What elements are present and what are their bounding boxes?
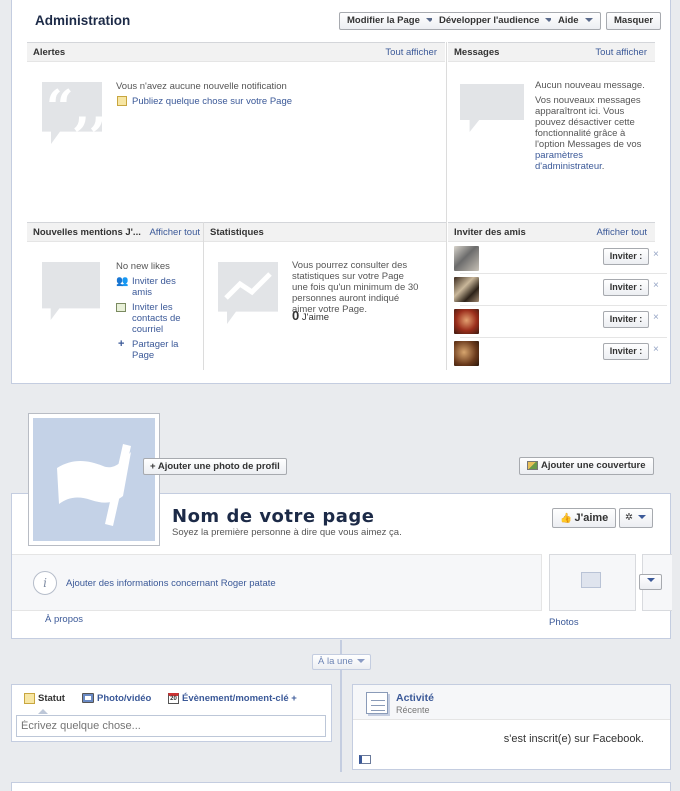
email-icon [116,303,126,312]
admin-settings-link[interactable]: paramètres d'administrateur [535,150,602,172]
about-tab[interactable]: À propos [45,614,83,625]
trend-line-icon [224,272,272,300]
friends-icon: 👥 [116,276,129,287]
page-name: Nom de votre page [172,506,375,527]
help-menu[interactable]: Aide [551,12,601,30]
event-milestone-tab[interactable]: 20 Évènement/moment-clé + [168,693,297,704]
no-new-likes: No new likes [116,261,170,272]
be-first-text: Soyez la première personne à dire que vo… [172,527,402,538]
no-notification-text: Vous n'avez aucune nouvelle notification [116,81,287,92]
activity-subtitle: Récente [396,705,430,715]
more-tabs-button[interactable] [639,574,662,590]
activity-log-icon [366,692,388,714]
photos-tab[interactable]: Photos [549,617,579,628]
add-cover-button[interactable]: Ajouter une couverture [519,457,654,475]
status-icon [24,693,35,704]
invite-button-1[interactable]: Inviter : [603,248,649,265]
messages-see-all[interactable]: Tout afficher [595,43,647,63]
photos-icon [581,572,601,588]
alerts-header: Alertes Tout afficher [27,42,445,62]
admin-panel: Administration Modifier la Page Développ… [11,0,671,384]
profile-picture-placeholder [33,418,155,541]
invite-friends-link[interactable]: Inviter des amis [132,276,192,298]
photo-video-tab[interactable]: Photo/vidéo [82,693,151,704]
share-page-link[interactable]: Partager la Page [132,339,192,361]
composer: Statut Photo/vidéo 20 Évènement/moment-cl… [11,684,332,742]
grow-audience-menu[interactable]: Développer l'audience [432,12,562,30]
activity-box: Activité Récente s'est inscrit(e) sur Fa… [352,684,671,770]
settings-menu[interactable]: ✲ [619,508,653,528]
profile-picture[interactable] [28,413,160,546]
likes-count-number: 0 [292,308,300,323]
info-icon: i [33,571,57,595]
thumbs-up-icon: 👍 [560,513,572,524]
admin-title: Administration [35,13,131,28]
like-button[interactable]: 👍 J'aime [552,508,617,528]
post-something-link[interactable]: Publiez quelque chose sur votre Page [132,96,292,107]
post-icon [117,96,127,106]
messages-placeholder-icon [460,84,524,132]
edit-page-menu[interactable]: Modifier la Page [339,12,442,30]
messages-header: Messages Tout afficher [448,42,655,62]
invite-button-2[interactable]: Inviter : [603,279,649,296]
friend-avatar-3[interactable] [454,309,479,334]
activity-title[interactable]: Activité [396,692,434,704]
gear-icon: ✲ [625,512,633,523]
chevron-down-icon [646,578,655,583]
no-message-text: Aucun nouveau message. [535,80,645,91]
highlights-dropdown[interactable]: À la une [312,654,371,670]
chevron-down-icon [356,659,365,664]
people-placeholder-icon [42,262,100,320]
quote-glyph: “,, [46,80,108,136]
hide-button[interactable]: Masquer [606,12,662,30]
joined-facebook-text: s'est inscrit(e) sur Facebook. [503,733,644,745]
invite-button-4[interactable]: Inviter : [603,343,649,360]
row-divider [460,305,667,306]
row-divider [460,273,667,274]
close-icon[interactable]: × [653,280,659,291]
cover-photo-icon [527,460,538,470]
status-tab[interactable]: Statut [24,693,65,704]
messages-body: Vos nouveaux messages apparaîtront ici. … [535,95,642,172]
calendar-icon: 20 [168,693,179,704]
close-icon[interactable]: × [653,249,659,260]
plus-icon: + [118,338,125,350]
status-input[interactable] [16,715,326,737]
friend-avatar-1[interactable] [454,246,479,271]
invite-header: Inviter des amis Afficher tout [448,222,655,242]
calendar-small-icon [359,755,371,764]
invite-see-all[interactable]: Afficher tout [596,223,647,243]
add-info-link[interactable]: Ajouter des informations concernant Roge… [66,578,276,589]
divider [446,222,447,370]
chevron-down-icon [637,515,646,520]
divider [446,42,447,223]
invite-button-3[interactable]: Inviter : [603,311,649,328]
divider [203,222,204,370]
chevron-down-icon [584,18,593,23]
close-icon[interactable]: × [653,312,659,323]
close-icon[interactable]: × [653,344,659,355]
add-profile-photo-button[interactable]: + Ajouter une photo de profil [143,458,287,475]
friend-avatar-2[interactable] [454,277,479,302]
plus-icon: + [150,461,156,472]
row-divider [460,337,667,338]
camera-icon [82,693,94,704]
status-tab-pointer [38,709,48,714]
mentions-header: Nouvelles mentions J'... Afficher tout [27,222,204,242]
flag-icon [57,444,131,526]
invite-contacts-link[interactable]: Inviter les contacts de courriel [132,302,192,335]
friend-avatar-4[interactable] [454,341,479,366]
stats-text: Vous pourrez consulter des statistiques … [292,260,419,315]
alerts-see-all[interactable]: Tout afficher [385,43,437,63]
likes-count: 0 J'aime [292,308,330,323]
stats-header: Statistiques [204,222,446,242]
next-post-box [11,782,671,791]
mentions-see-all[interactable]: Afficher tout [149,223,200,241]
